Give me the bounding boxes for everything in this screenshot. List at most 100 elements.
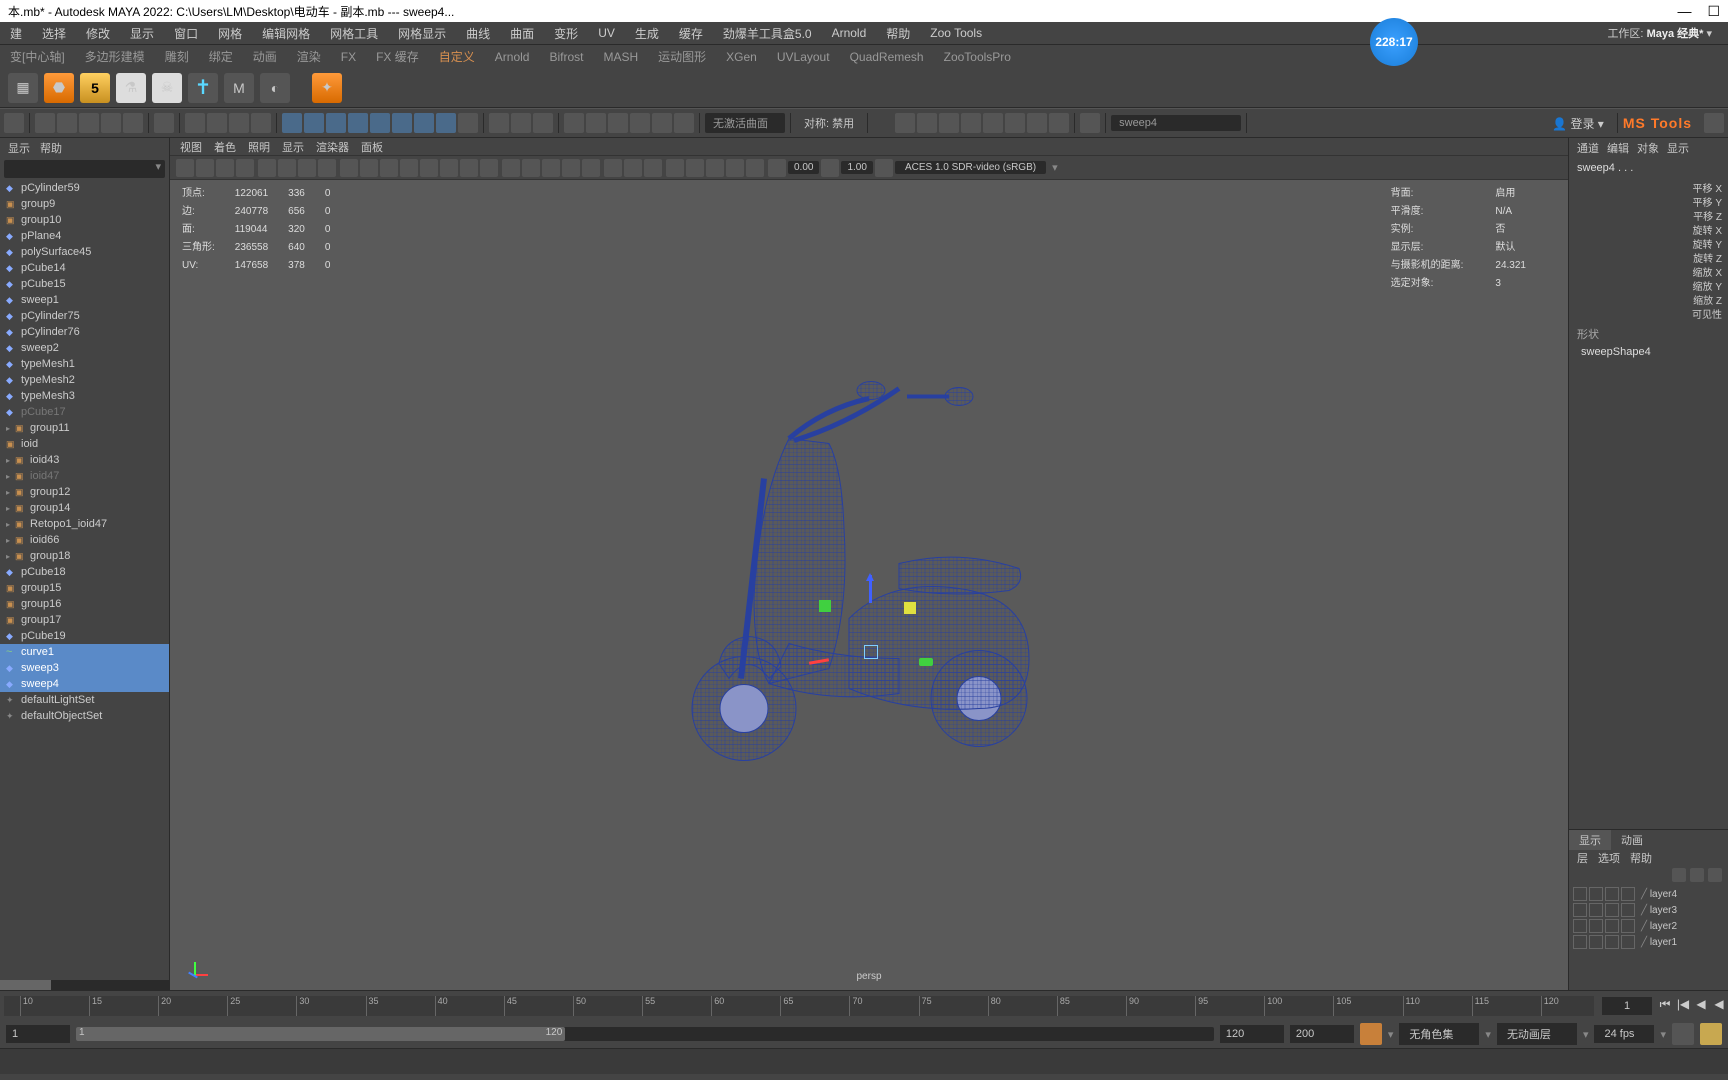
selection-field[interactable]: sweep4 (1111, 115, 1241, 131)
outliner-item[interactable]: group14 (0, 500, 169, 516)
range-start-field[interactable]: 1 (6, 1025, 70, 1043)
snap-icon[interactable] (304, 113, 324, 133)
vp-tool-icon[interactable] (542, 159, 560, 177)
shelf-tab[interactable]: QuadRemesh (840, 46, 934, 68)
vp-tool-icon[interactable] (562, 159, 580, 177)
menu-item[interactable]: UV (588, 23, 625, 43)
outliner-item[interactable]: ioid66 (0, 532, 169, 548)
vp-tool-icon[interactable] (420, 159, 438, 177)
menu-item[interactable]: 网格显示 (388, 22, 456, 45)
vp-tool-icon[interactable] (686, 159, 704, 177)
shelf-tab[interactable]: MASH (593, 46, 648, 68)
fps-dropdown[interactable]: 24 fps (1594, 1025, 1654, 1043)
display-layer[interactable]: layer4 (1569, 886, 1728, 902)
vp-tool-icon[interactable] (196, 159, 214, 177)
channel-attr[interactable]: 平移 Z (1569, 208, 1728, 222)
outliner-item[interactable]: group18 (0, 548, 169, 564)
layer-tab-anim[interactable]: 动画 (1611, 830, 1653, 850)
shelf-tab[interactable]: UVLayout (767, 46, 840, 68)
snap-icon[interactable] (370, 113, 390, 133)
vp-tool-icon[interactable] (821, 159, 839, 177)
anim-layer-dropdown[interactable]: 无动画层 (1497, 1023, 1577, 1045)
character-set-dropdown[interactable]: 无角色集 (1399, 1023, 1479, 1045)
outliner-item[interactable]: group15 (0, 580, 169, 596)
curve-field[interactable]: 无激活曲面 (705, 113, 785, 133)
menu-item[interactable]: 曲面 (500, 22, 544, 45)
new-icon[interactable] (35, 113, 55, 133)
snap-icon[interactable] (414, 113, 434, 133)
outliner-item[interactable]: group12 (0, 484, 169, 500)
outliner-item[interactable]: ioid (0, 436, 169, 452)
tool-icon[interactable] (4, 113, 24, 133)
maximize-icon[interactable]: ☐ (1707, 3, 1720, 20)
channel-attr[interactable]: 旋转 Z (1569, 250, 1728, 264)
outliner-item[interactable]: ioid47 (0, 468, 169, 484)
vp-tool-icon[interactable] (236, 159, 254, 177)
menu-item[interactable]: 显示 (120, 22, 164, 45)
channel-attr[interactable]: 旋转 Y (1569, 236, 1728, 250)
tool-icon[interactable] (1704, 113, 1724, 133)
history-icon[interactable] (652, 113, 672, 133)
shelf-tab[interactable]: 自定义 (429, 44, 485, 69)
snap-icon[interactable] (326, 113, 346, 133)
menu-item[interactable]: 帮助 (876, 22, 920, 45)
shelf-tab[interactable]: 运动图形 (648, 44, 716, 69)
menu-item[interactable]: 劲爆羊工具盒5.0 (713, 22, 822, 45)
manip-center[interactable] (864, 645, 878, 659)
channel-attr[interactable]: 缩放 Z (1569, 292, 1728, 306)
workspace-selector[interactable]: 工作区: Maya 经典* ▾ (1607, 25, 1712, 41)
outliner-item[interactable]: pCylinder75 (0, 308, 169, 324)
vp-tool-icon[interactable] (298, 159, 316, 177)
render-icon[interactable] (917, 113, 937, 133)
vp-tool-icon[interactable] (480, 159, 498, 177)
range-slider[interactable]: 1120 (76, 1027, 1214, 1041)
vp-tool-icon[interactable] (666, 159, 684, 177)
vp-tool-icon[interactable] (768, 159, 786, 177)
channel-object-name[interactable]: sweep4 . . . (1569, 158, 1728, 178)
vp-tool-icon[interactable] (582, 159, 600, 177)
vp-tool-icon[interactable] (318, 159, 336, 177)
outliner-item[interactable]: defaultLightSet (0, 692, 169, 708)
vp-tool-icon[interactable] (176, 159, 194, 177)
menu-item[interactable]: 变形 (544, 22, 588, 45)
render-icon[interactable] (1005, 113, 1025, 133)
shelf-tab[interactable]: Arnold (485, 46, 540, 68)
display-layer[interactable]: layer1 (1569, 934, 1728, 950)
anim-end-field[interactable]: 200 (1290, 1025, 1354, 1043)
channel-tab[interactable]: 对象 (1637, 140, 1659, 156)
vp-tool-icon[interactable] (726, 159, 744, 177)
shelf-icon[interactable]: ◐ (260, 73, 290, 103)
shelf-icon[interactable]: ☠ (152, 73, 182, 103)
minimize-icon[interactable]: — (1677, 3, 1691, 20)
outliner-item[interactable]: pCylinder76 (0, 324, 169, 340)
prev-key-icon[interactable]: |◀ (1674, 997, 1692, 1015)
vp-tool-icon[interactable] (278, 159, 296, 177)
shelf-tab[interactable]: ZooToolsPro (934, 46, 1021, 68)
timeline[interactable]: 1015202530354045505560657075808590951001… (0, 990, 1728, 1020)
menu-item[interactable]: 修改 (76, 22, 120, 45)
vp-tool-icon[interactable] (360, 159, 378, 177)
menu-item[interactable]: 生成 (625, 22, 669, 45)
shelf-tab[interactable]: 雕刻 (155, 44, 199, 69)
outliner-item[interactable]: pCube17 (0, 404, 169, 420)
prev-frame-icon[interactable]: ◀ (1692, 997, 1710, 1015)
vp-tool-icon[interactable] (400, 159, 418, 177)
menu-item[interactable]: 编辑网格 (252, 22, 320, 45)
vp-tool-icon[interactable] (604, 159, 622, 177)
vp-tool-icon[interactable] (875, 159, 893, 177)
history-icon[interactable] (630, 113, 650, 133)
viewport-menu-item[interactable]: 视图 (180, 139, 202, 155)
shelf-tab[interactable]: 多边形建模 (75, 44, 155, 69)
layer-icon[interactable] (1690, 868, 1704, 882)
snap-icon[interactable] (436, 113, 456, 133)
shelf-tab[interactable]: Bifrost (539, 46, 593, 68)
vp-tool-icon[interactable] (440, 159, 458, 177)
manip-y-arrow[interactable] (869, 575, 872, 603)
history-icon[interactable] (564, 113, 584, 133)
layer-icon[interactable] (1672, 868, 1686, 882)
gamma-field[interactable]: 1.00 (841, 161, 872, 174)
history-icon[interactable] (608, 113, 628, 133)
viewport-menu-item[interactable]: 着色 (214, 139, 236, 155)
outliner-item[interactable]: typeMesh1 (0, 356, 169, 372)
vp-tool-icon[interactable] (460, 159, 478, 177)
